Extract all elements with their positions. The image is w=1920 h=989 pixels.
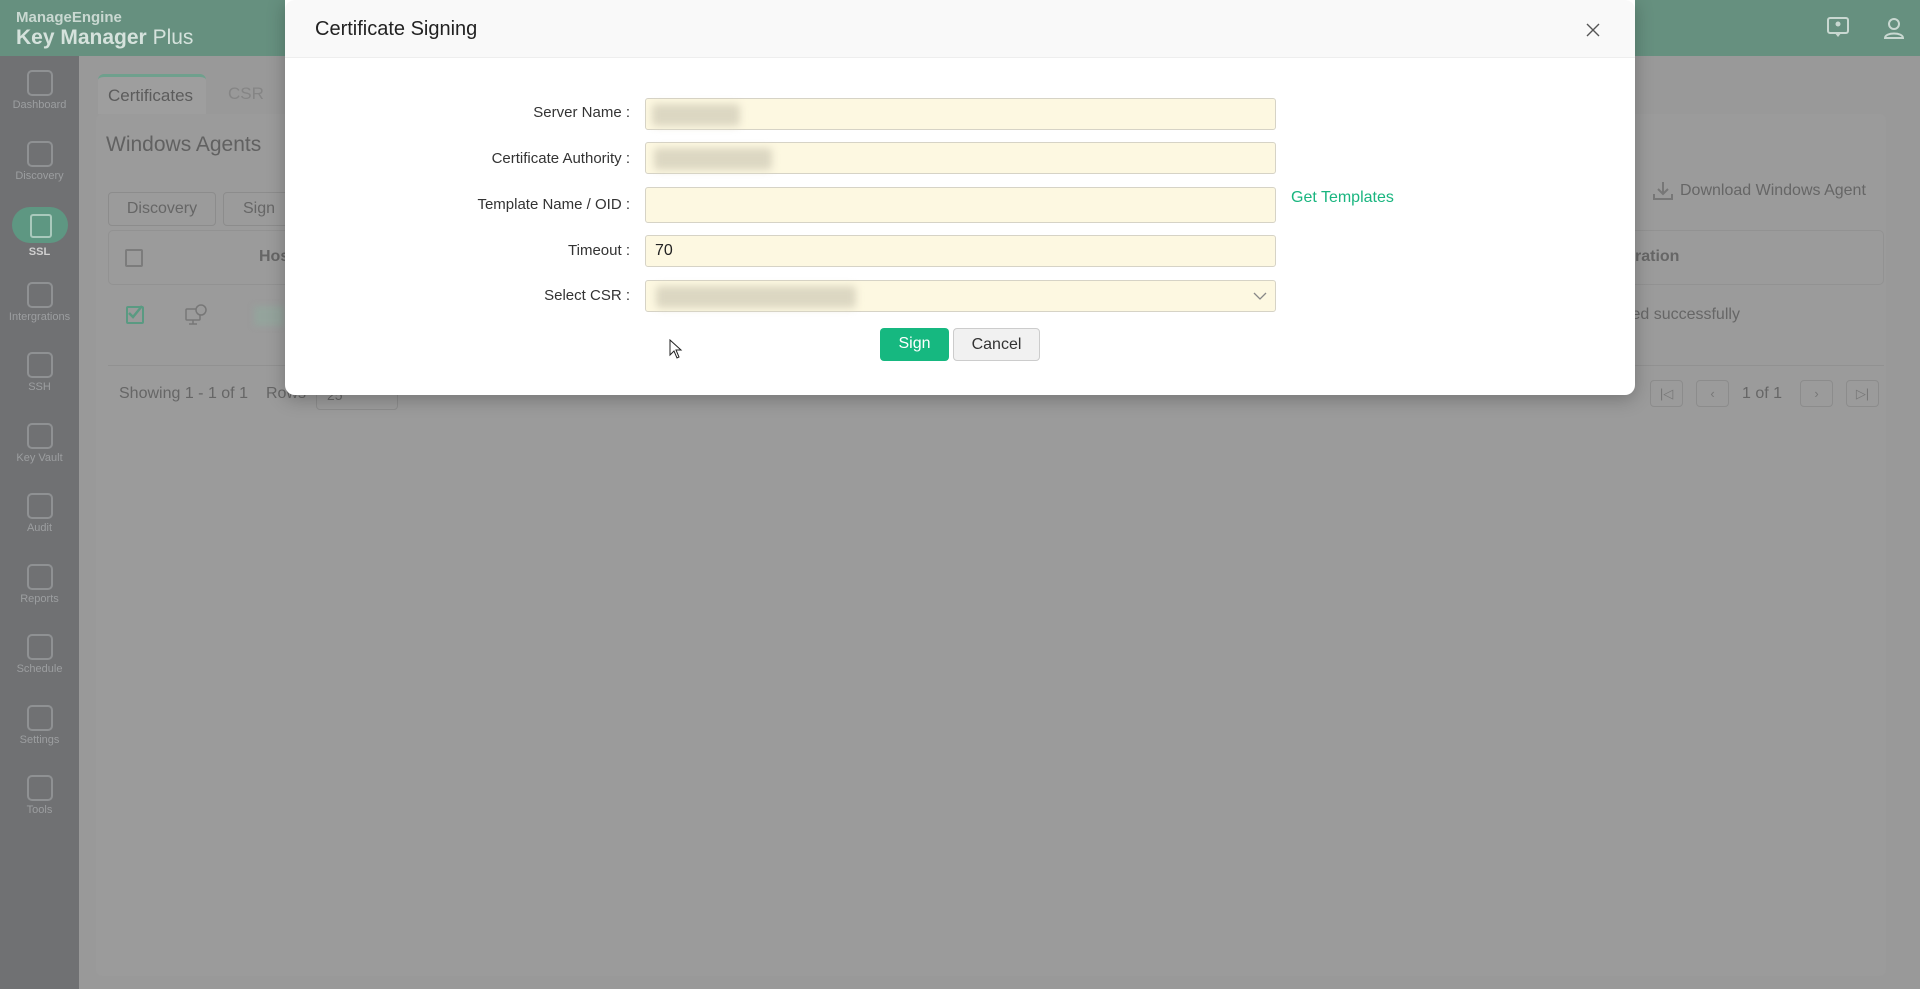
timeout-label: Timeout : xyxy=(568,242,630,259)
select-csr-label: Select CSR : xyxy=(544,287,630,304)
chevron-down-icon xyxy=(1253,292,1267,300)
server-name-label: Server Name : xyxy=(533,104,630,121)
get-templates-link[interactable]: Get Templates xyxy=(1291,189,1394,207)
template-name-label: Template Name / OID : xyxy=(477,196,630,213)
certificate-authority-input[interactable] xyxy=(645,142,1276,174)
certificate-authority-label: Certificate Authority : xyxy=(491,150,630,167)
dialog-title: Certificate Signing xyxy=(315,18,478,40)
mouse-cursor-icon xyxy=(669,339,683,359)
cancel-button[interactable]: Cancel xyxy=(953,328,1040,361)
certificate-signing-dialog: Certificate Signing Server Name : Certif… xyxy=(285,0,1635,395)
timeout-input[interactable]: 70 xyxy=(645,235,1276,267)
dialog-header: Certificate Signing xyxy=(285,0,1635,58)
server-name-input[interactable] xyxy=(645,98,1276,130)
close-icon[interactable] xyxy=(1585,22,1601,38)
template-name-input[interactable] xyxy=(645,187,1276,223)
select-csr-dropdown[interactable] xyxy=(645,280,1276,312)
sign-button[interactable]: Sign xyxy=(880,328,949,361)
